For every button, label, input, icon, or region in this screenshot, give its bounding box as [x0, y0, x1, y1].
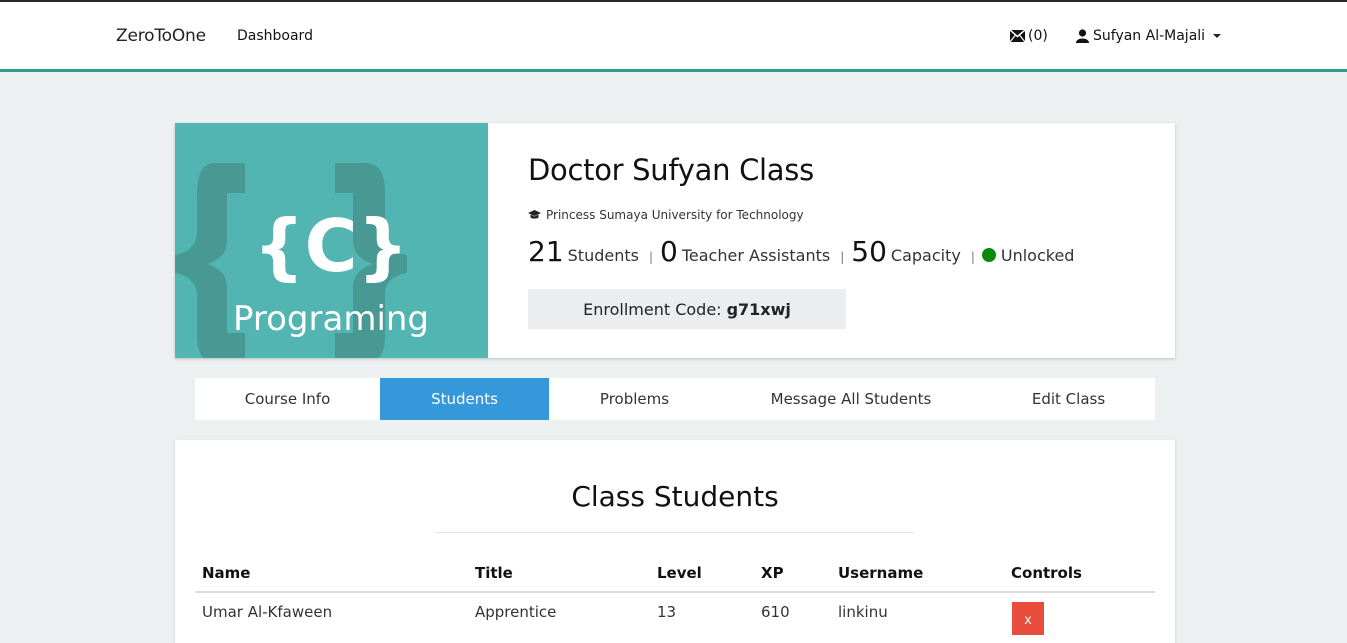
university-line: Princess Sumaya University for Technolog…	[528, 208, 804, 222]
column-header-username: Username	[838, 564, 924, 582]
course-image-graphic: {C} Programing	[175, 123, 488, 358]
student-username: linkinu	[838, 603, 888, 621]
student-xp: 610	[761, 603, 790, 621]
remove-student-button[interactable]: x	[1012, 602, 1044, 635]
user-name: Sufyan Al-Majali	[1093, 28, 1206, 44]
class-stats: 21 Students | 0 Teacher Assistants | 50 …	[528, 235, 1074, 268]
nav-dashboard-link[interactable]: Dashboard	[237, 28, 313, 44]
student-level: 13	[657, 603, 677, 621]
ta-label: Teacher Assistants	[681, 246, 831, 265]
user-icon	[1076, 29, 1089, 43]
brand-logo[interactable]: ZeroToOne	[116, 26, 206, 46]
column-header-xp: XP	[761, 564, 784, 582]
envelope-icon	[1010, 30, 1025, 42]
stats-separator: |	[648, 250, 654, 264]
caret-down-icon	[1213, 34, 1222, 38]
user-menu-dropdown[interactable]: Sufyan Al-Majali	[1076, 28, 1222, 44]
student-title: Apprentice	[475, 603, 557, 621]
table-row: Umar Al-Kfaween Apprentice 13 610 linkin…	[195, 593, 1155, 637]
university-name: Princess Sumaya University for Technolog…	[546, 208, 804, 222]
capacity-count: 50	[851, 235, 887, 268]
tab-edit-class[interactable]: Edit Class	[982, 378, 1155, 420]
enrollment-code: g71xwj	[726, 299, 791, 319]
students-label: Students	[567, 246, 639, 265]
messages-count: (0)	[1028, 28, 1048, 44]
column-header-level: Level	[657, 564, 702, 582]
table-header: Name Title Level XP Username Controls	[195, 558, 1155, 593]
students-panel: Class Students Name Title Level XP Usern…	[175, 440, 1175, 643]
class-title: Doctor Sufyan Class	[528, 153, 814, 187]
tab-message-all-students[interactable]: Message All Students	[720, 378, 982, 420]
class-header-card: {C} Programing Doctor Sufyan Class Princ…	[175, 123, 1175, 358]
capacity-label: Capacity	[890, 246, 961, 265]
tab-course-info[interactable]: Course Info	[195, 378, 380, 420]
class-tabs: Course Info Students Problems Message Al…	[195, 378, 1155, 420]
section-title: Class Students	[571, 480, 779, 513]
tab-problems[interactable]: Problems	[549, 378, 720, 420]
status-dot-icon	[981, 248, 996, 262]
stats-separator: |	[840, 250, 845, 264]
column-header-name: Name	[202, 564, 251, 582]
messages-link[interactable]: (0)	[1010, 28, 1048, 44]
tab-students[interactable]: Students	[380, 378, 549, 420]
column-header-title: Title	[475, 564, 513, 582]
enrollment-code-box: Enrollment Code: g71xwj	[528, 289, 846, 329]
ta-count: 0	[660, 235, 678, 268]
column-header-controls: Controls	[1011, 564, 1082, 582]
student-name: Umar Al-Kfaween	[202, 603, 333, 621]
graduation-cap-icon	[528, 210, 541, 219]
students-table: Name Title Level XP Username Controls Um…	[195, 558, 1155, 637]
top-navbar: ZeroToOne Dashboard (0) Sufyan Al-Majali	[0, 0, 1347, 72]
course-image-label: Programing	[233, 299, 429, 339]
title-divider	[435, 532, 915, 533]
enrollment-label: Enrollment Code:	[583, 299, 722, 319]
stats-separator: |	[970, 250, 975, 264]
course-image: {C} Programing	[175, 123, 488, 358]
course-image-letter: {C}	[253, 204, 408, 288]
status-badge: Unlocked	[1000, 246, 1075, 265]
students-count: 21	[528, 235, 564, 268]
